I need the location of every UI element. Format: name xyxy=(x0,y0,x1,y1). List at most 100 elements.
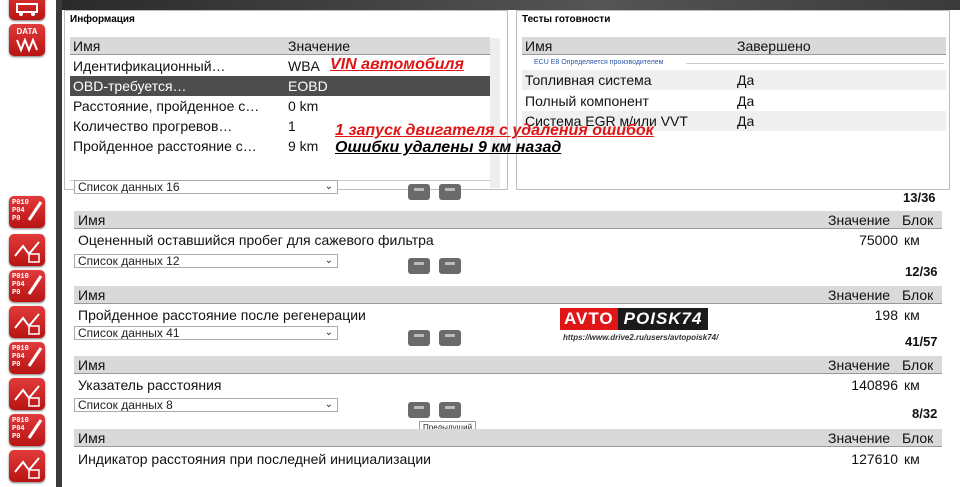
row-name: Пройденное расстояние после регенерации xyxy=(78,307,366,323)
readiness-row-done: Да xyxy=(737,113,755,129)
block-header-1: Имя Значение Блок xyxy=(74,211,942,229)
logo-part-1: AVTO xyxy=(560,308,618,330)
info-row-2[interactable]: Расстояние, пройденное с… 0 km xyxy=(70,96,490,116)
col-unit: Блок xyxy=(902,430,934,446)
readiness-col-name: Имя xyxy=(525,38,553,54)
readiness-row-name: Топливная система xyxy=(525,72,652,88)
row-unit: км xyxy=(904,377,920,393)
next-button-2[interactable] xyxy=(439,258,461,274)
next-button-1[interactable] xyxy=(439,184,461,200)
block-row-3[interactable]: Указатель расстояния 140896 км xyxy=(74,375,942,395)
readiness-row-done: Да xyxy=(737,72,755,88)
col-name: Имя xyxy=(78,212,106,228)
annotation-engine-start: 1 запуск двигателя с удаления ошибок xyxy=(335,122,654,139)
prev-button-1[interactable] xyxy=(408,184,430,200)
actuator-icon xyxy=(14,457,40,479)
select-value: Список данных 12 xyxy=(78,254,180,268)
actuator-icon xyxy=(14,313,40,335)
dtc-edit-button-2[interactable]: P010 P04 P0 xyxy=(9,270,45,302)
row-unit: км xyxy=(904,232,920,248)
actuator-button-2[interactable] xyxy=(9,306,45,338)
prev-button-4[interactable] xyxy=(408,402,430,418)
toolbar-divider xyxy=(56,0,62,487)
actuator-button-4[interactable] xyxy=(9,450,45,482)
data-list-select-1[interactable]: Список данных 16 ⌄ xyxy=(74,180,338,194)
ecu-note-rule xyxy=(686,63,944,64)
row-name: Индикатор расстояния при последней иници… xyxy=(78,451,431,467)
actuator-icon xyxy=(14,385,40,407)
block-header-4: Имя Значение Блок xyxy=(74,429,942,447)
prev-button-2[interactable] xyxy=(408,258,430,274)
info-row-name: Количество прогревов… xyxy=(73,118,233,134)
info-header: Имя Значение xyxy=(70,37,490,55)
row-name: Указатель расстояния xyxy=(78,377,222,393)
select-value: Список данных 16 xyxy=(78,180,180,194)
data-list-select-4[interactable]: Список данных 8 ⌄ xyxy=(74,398,338,412)
info-row-value: 1 xyxy=(288,118,296,134)
col-name: Имя xyxy=(78,430,106,446)
prev-button-3[interactable] xyxy=(408,330,430,346)
chevron-down-icon: ⌄ xyxy=(324,327,333,338)
actuator-button-1[interactable] xyxy=(9,234,45,266)
col-name: Имя xyxy=(78,287,106,303)
readiness-row-1[interactable]: Полный компонент Да xyxy=(522,91,946,111)
block-row-2[interactable]: Пройденное расстояние после регенерации … xyxy=(74,305,942,325)
info-row-value: WBA xyxy=(288,58,320,74)
readiness-header: Имя Завершено xyxy=(522,37,946,55)
screen: DATA P010 P04 P0 P010 P04 P0 P010 P04 P0 P010 P… xyxy=(0,0,960,487)
block-row-4[interactable]: Индикатор расстояния при последней иници… xyxy=(74,449,942,469)
row-value: 140896 xyxy=(851,377,898,393)
page-counter-2: 12/36 xyxy=(905,264,938,279)
block-row-1[interactable]: Оцененный оставшийся пробег для сажевого… xyxy=(74,230,942,250)
dtc-edit-icon xyxy=(27,201,43,221)
select-value: Список данных 41 xyxy=(78,326,180,340)
top-band xyxy=(62,0,960,10)
dtc-edit-button-4[interactable]: P010 P04 P0 xyxy=(9,414,45,446)
dtc-edit-button-1[interactable]: P010 P04 P0 xyxy=(9,196,45,228)
info-row-1[interactable]: OBD-требуется… EOBD xyxy=(70,76,490,96)
logo-part-2: POISK74 xyxy=(617,308,709,330)
col-unit: Блок xyxy=(902,357,934,373)
col-value: Значение xyxy=(828,430,891,446)
info-row-value: 9 km xyxy=(288,138,319,154)
dtc-edit-button-3[interactable]: P010 P04 P0 xyxy=(9,342,45,374)
readiness-panel-title: Тесты готовности xyxy=(522,14,611,25)
col-unit: Блок xyxy=(902,287,934,303)
row-value: 198 xyxy=(874,307,898,323)
info-col-name: Имя xyxy=(73,38,101,54)
col-name: Имя xyxy=(78,357,106,373)
data-list-select-3[interactable]: Список данных 41 ⌄ xyxy=(74,326,338,340)
left-toolbar: DATA P010 P04 P0 P010 P04 P0 P010 P04 P0 P010 P… xyxy=(0,0,56,487)
col-value: Значение xyxy=(828,357,891,373)
actuator-icon xyxy=(14,241,40,263)
readiness-row-0[interactable]: Топливная система Да xyxy=(522,70,946,90)
block-header-2: Имя Значение Блок xyxy=(74,286,942,304)
next-button-3[interactable] xyxy=(439,330,461,346)
info-col-value: Значение xyxy=(288,38,351,54)
avtopoisk-logo: AVTO POISK74 xyxy=(560,308,709,330)
page-counter-4: 8/32 xyxy=(912,406,938,421)
annotation-cleared: Ошибки удалены 9 км назад xyxy=(335,139,562,156)
readiness-row-done: Да xyxy=(737,93,755,109)
chevron-down-icon: ⌄ xyxy=(324,399,333,410)
info-row-name: Расстояние, пройденное с… xyxy=(73,98,260,114)
info-scrollbar[interactable] xyxy=(490,38,500,188)
car-scan-icon[interactable] xyxy=(9,0,45,20)
row-value: 127610 xyxy=(851,451,898,467)
dtc-edit-icon xyxy=(27,275,43,295)
data-button[interactable]: DATA xyxy=(9,24,45,56)
data-list-select-2[interactable]: Список данных 12 ⌄ xyxy=(74,254,338,268)
dtc-edit-icon xyxy=(27,419,43,439)
dtc-edit-icon xyxy=(27,347,43,367)
readiness-col-done: Завершено xyxy=(737,38,811,54)
info-row-name: OBD-требуется… xyxy=(73,78,187,94)
page-counter-3: 41/57 xyxy=(905,334,938,349)
next-button-4[interactable] xyxy=(439,402,461,418)
actuator-button-3[interactable] xyxy=(9,378,45,410)
row-unit: км xyxy=(904,451,920,467)
info-row-name: Пройденное расстояние с… xyxy=(73,138,257,154)
col-unit: Блок xyxy=(902,212,934,228)
block-header-3: Имя Значение Блок xyxy=(74,356,942,374)
chevron-down-icon: ⌄ xyxy=(324,255,333,266)
info-panel-title: Информация xyxy=(70,14,135,25)
